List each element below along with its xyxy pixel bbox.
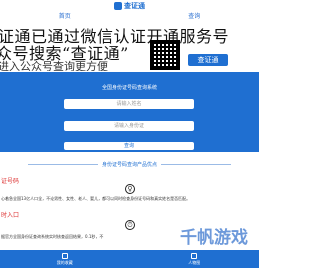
clock-icon: ⏱ <box>125 220 135 230</box>
logo-text: 查证通 <box>124 1 145 10</box>
tab-favorites[interactable]: 我的收藏 <box>0 250 130 268</box>
section-title-text: 身份证号码查询产品优点 <box>101 161 157 168</box>
name-input[interactable]: 请输入姓名 <box>64 99 194 109</box>
feature-description: 心着急全国13亿人口全，不论男性、女性、老人、婴儿，都可以同时检查身份证号码和真… <box>1 196 191 201</box>
bottom-tab-bar: 我的收藏 人物图 <box>0 250 259 268</box>
feature-label: 证号码 <box>1 178 20 185</box>
feature-label: 时入口 <box>1 212 20 219</box>
nav-item-home[interactable]: 首页 <box>0 11 130 22</box>
query-button[interactable]: 查询 <box>64 142 194 150</box>
section-title: 身份证号码查询产品优点 <box>0 160 259 168</box>
brand-badge: 查证通 <box>188 54 228 66</box>
logo-icon <box>114 1 122 10</box>
person-icon <box>191 252 198 259</box>
tab-label: 人物图 <box>188 259 201 265</box>
watermark: 千帆游戏 <box>180 228 248 248</box>
bookmark-icon <box>61 252 68 259</box>
promo-banner[interactable]: 证通已通过微信认证开通服务号 众号搜索“查证通” 进入公众号查询更方便 查证通 <box>0 22 259 71</box>
qr-code-icon <box>150 40 180 70</box>
banner-line-3: 进入公众号查询更方便 <box>0 60 108 71</box>
navbar: 首页 查询 <box>0 11 259 22</box>
query-panel: 全国身份证号码查询系统 请输入姓名 请输入身份证 查询 <box>0 72 259 152</box>
feature-description: 据官方全国身份证查询系统实时核查返回结果，0.1秒，不 <box>1 234 104 239</box>
nav-item-query[interactable]: 查询 <box>130 11 260 22</box>
tab-label: 我的收藏 <box>56 259 73 265</box>
id-input[interactable]: 请输入身份证 <box>64 121 194 131</box>
gender-icon: ♀ <box>125 184 135 194</box>
panel-title: 全国身份证号码查询系统 <box>101 85 157 91</box>
tab-persons[interactable]: 人物图 <box>130 250 260 268</box>
logo[interactable]: 查证通 <box>114 1 145 11</box>
top-logo: 查证通 <box>0 0 259 11</box>
